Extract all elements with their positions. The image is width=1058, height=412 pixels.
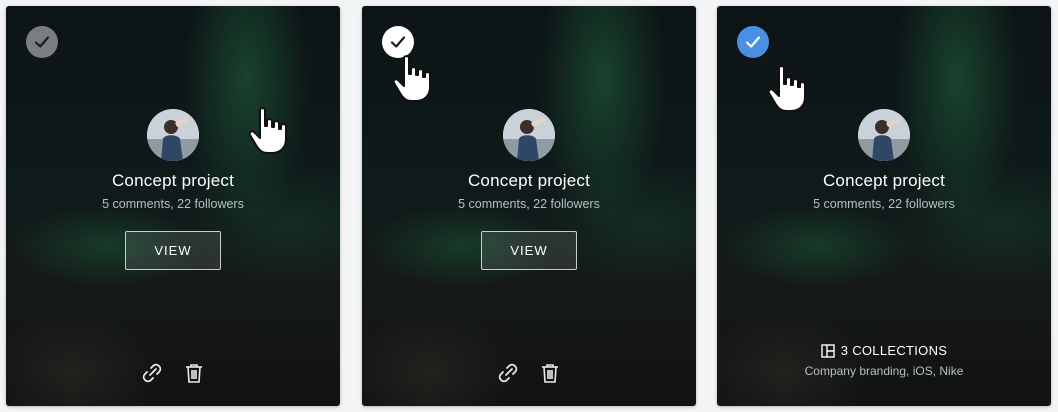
project-stats: 5 comments, 22 followers <box>458 197 600 211</box>
project-title: Concept project <box>822 171 946 190</box>
trash-icon[interactable] <box>182 361 206 385</box>
collections-list: Company branding, iOS, Nike <box>804 364 964 378</box>
select-checkbox[interactable] <box>382 26 414 58</box>
link-icon[interactable] <box>496 361 520 385</box>
project-stats: 5 comments, 22 followers <box>813 197 955 211</box>
link-icon[interactable] <box>140 361 164 385</box>
view-button[interactable]: VIEW <box>125 231 221 270</box>
project-card-selected[interactable]: Concept project 5 comments, 22 followers… <box>717 6 1051 406</box>
check-icon <box>390 36 406 48</box>
pointer-hand-cursor-icon <box>392 55 431 102</box>
select-checkbox[interactable] <box>737 26 769 58</box>
collections-count: 3 COLLECTIONS <box>840 343 948 358</box>
avatar <box>858 109 910 161</box>
project-card-default[interactable]: Concept project 5 comments, 22 followers… <box>6 6 340 406</box>
collections-icon <box>821 343 835 358</box>
project-stats: 5 comments, 22 followers <box>102 197 244 211</box>
project-card-hover[interactable]: Concept project 5 comments, 22 followers… <box>362 6 696 406</box>
card-actions <box>6 361 340 387</box>
pointer-hand-cursor-icon <box>767 65 806 112</box>
card-actions <box>362 361 696 387</box>
project-title: Concept project <box>111 171 235 190</box>
pointer-hand-cursor-icon <box>248 107 287 154</box>
collections-summary: 3 COLLECTIONS <box>717 343 1051 358</box>
check-icon <box>745 36 761 48</box>
trash-icon[interactable] <box>538 361 562 385</box>
check-icon <box>34 36 50 48</box>
select-checkbox[interactable] <box>26 26 58 58</box>
project-title: Concept project <box>467 171 591 190</box>
avatar <box>147 109 199 161</box>
view-button[interactable]: VIEW <box>481 231 577 270</box>
avatar <box>503 109 555 161</box>
